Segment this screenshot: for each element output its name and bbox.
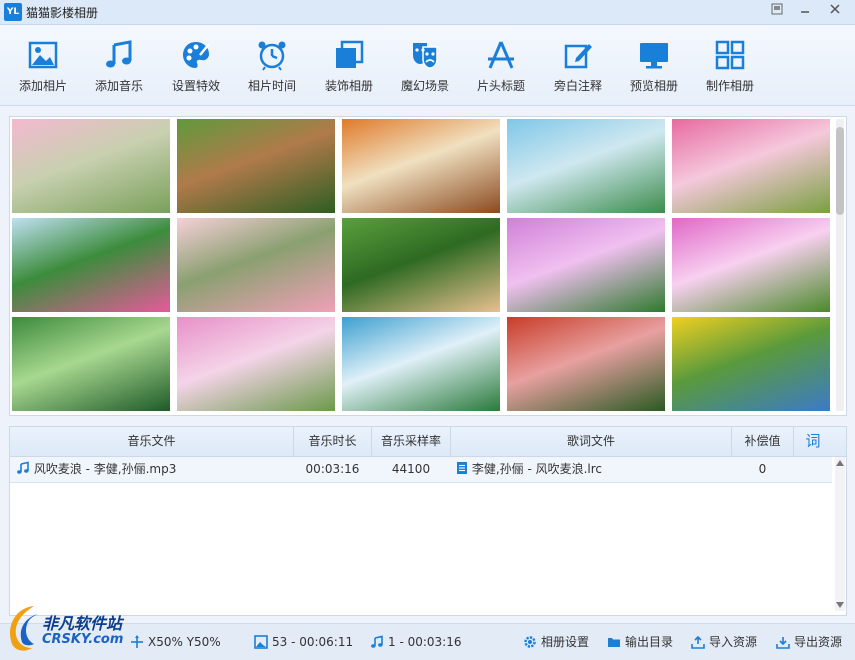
narration-button[interactable]: 旁白注释	[541, 33, 615, 99]
output-dir-button[interactable]: 输出目录	[607, 633, 673, 651]
album-settings-label: 相册设置	[541, 635, 590, 649]
tool-label: 设置特效	[171, 79, 220, 93]
music-table-header: 音乐文件 音乐时长 音乐采样率 歌词文件 补偿值 词	[10, 427, 846, 457]
preview-album-button[interactable]: 预览相册	[617, 33, 691, 99]
upload-icon	[691, 635, 705, 649]
photo-waterfall[interactable]	[342, 317, 500, 411]
music-note-icon	[371, 635, 383, 648]
photo-pink-wildflowers[interactable]	[672, 218, 830, 312]
photo-pink-hydrangea[interactable]	[177, 317, 335, 411]
gear-icon	[524, 636, 536, 648]
watermark-cn: 非凡软件站	[42, 614, 123, 633]
tool-label: 相片时间	[247, 79, 296, 93]
add-music-button[interactable]: 添加音乐	[82, 33, 156, 99]
table-row[interactable]: 风吹麦浪 - 李健,孙俪.mp3 00:03:16 44100 李健,孙俪 - …	[10, 457, 832, 483]
import-label: 导入资源	[709, 635, 758, 649]
tool-label: 制作相册	[705, 79, 754, 93]
music-scrollbar[interactable]	[835, 457, 845, 611]
folder-icon	[608, 638, 620, 647]
restore-icon[interactable]	[768, 3, 786, 21]
lyrics-toggle-button[interactable]: 词	[794, 427, 832, 456]
photo-cherry-blossom-path[interactable]	[12, 119, 170, 213]
opening-title-button[interactable]: 片头标题	[464, 33, 538, 99]
import-resources-button[interactable]: 导入资源	[691, 633, 757, 651]
tool-label: 装饰相册	[324, 79, 373, 93]
photo-lotus[interactable]	[12, 218, 170, 312]
scroll-down-icon[interactable]	[835, 601, 845, 609]
music-count-text: 1 - 00:03:16	[388, 635, 462, 649]
scrollbar-handle[interactable]	[836, 127, 844, 215]
grid-icon	[715, 40, 745, 70]
music-count: 1 - 00:03:16	[370, 633, 462, 651]
export-resources-button[interactable]: 导出资源	[776, 633, 842, 651]
document-icon	[457, 462, 467, 474]
image-icon	[254, 635, 268, 649]
photo-autumn-fence[interactable]	[342, 119, 500, 213]
make-album-button[interactable]: 制作相册	[693, 33, 767, 99]
photo-rapeseed-field[interactable]	[672, 317, 830, 411]
music-file-cell: 风吹麦浪 - 李健,孙俪.mp3	[16, 457, 292, 482]
music-note-icon	[17, 461, 29, 474]
photo-count: 53 - 00:06:11	[254, 633, 353, 651]
alarm-clock-icon	[258, 41, 286, 71]
palette-icon	[183, 42, 210, 68]
col-lyrics-file[interactable]: 歌词文件	[451, 427, 732, 456]
col-sample-rate[interactable]: 音乐采样率	[372, 427, 451, 456]
gallery-scrollbar[interactable]	[836, 119, 844, 411]
photo-gallery[interactable]	[9, 116, 847, 416]
photo-karst-lake[interactable]	[507, 119, 665, 213]
edit-icon	[564, 44, 592, 69]
tool-label: 添加音乐	[94, 79, 143, 93]
swoosh-logo-icon	[10, 606, 38, 651]
close-button[interactable]	[826, 3, 844, 21]
layers-icon	[336, 40, 364, 68]
col-offset[interactable]: 补偿值	[732, 427, 794, 456]
magic-scene-button[interactable]: 魔幻场景	[388, 33, 462, 99]
lyrics-file-name: 李健,孙俪 - 风吹麦浪.lrc	[471, 462, 603, 476]
photo-forest-boardwalk[interactable]	[177, 119, 335, 213]
app-title: 猫猫影楼相册	[26, 6, 99, 20]
theater-mask-icon	[413, 43, 438, 69]
sample-rate-cell: 44100	[391, 462, 431, 476]
music-file-name: 风吹麦浪 - 李健,孙俪.mp3	[33, 462, 177, 476]
tool-label: 魔幻场景	[400, 79, 449, 93]
photo-red-tree-road[interactable]	[507, 317, 665, 411]
main-toolbar: 添加相片 添加音乐 设置特效 相片时间 装饰相册 魔幻场景 片头标题 旁白注释 …	[0, 25, 855, 106]
app-logo: YL	[4, 3, 22, 21]
photo-count-text: 53 - 00:06:11	[272, 635, 354, 649]
tool-label: 片头标题	[476, 79, 525, 93]
photo-purple-flowers[interactable]	[507, 218, 665, 312]
output-dir-label: 输出目录	[625, 635, 674, 649]
set-effects-button[interactable]: 设置特效	[159, 33, 233, 99]
tool-label: 旁白注释	[553, 79, 602, 93]
minimize-button[interactable]	[796, 3, 814, 21]
photo-time-button[interactable]: 相片时间	[235, 33, 309, 99]
decorate-album-button[interactable]: 装饰相册	[312, 33, 386, 99]
image-icon	[28, 41, 58, 69]
scroll-up-icon[interactable]	[835, 459, 845, 467]
position-text: X50% Y50%	[148, 635, 221, 649]
add-photo-button[interactable]: 添加相片	[6, 33, 80, 99]
watermark-en: CRSKY.com	[42, 632, 124, 647]
watermark-logo: 非凡软件站 CRSKY.com	[4, 600, 154, 656]
title-a-icon	[488, 41, 514, 69]
music-list: 音乐文件 音乐时长 音乐采样率 歌词文件 补偿值 词 风吹麦浪 - 李健,孙俪.…	[9, 426, 847, 616]
col-music-file[interactable]: 音乐文件	[10, 427, 294, 456]
offset-cell: 0	[758, 462, 767, 476]
col-duration[interactable]: 音乐时长	[294, 427, 372, 456]
tool-label: 添加相片	[18, 79, 67, 93]
download-icon	[776, 637, 790, 649]
photo-white-roses[interactable]	[177, 218, 335, 312]
export-label: 导出资源	[794, 635, 843, 649]
duration-cell: 00:03:16	[305, 462, 360, 476]
photo-green-valley[interactable]	[12, 317, 170, 411]
photo-kitten-garden[interactable]	[342, 218, 500, 312]
album-settings-button[interactable]: 相册设置	[523, 633, 589, 651]
monitor-icon	[640, 43, 668, 69]
music-note-icon	[106, 40, 132, 68]
tool-label: 预览相册	[629, 79, 678, 93]
title-bar: YL 猫猫影楼相册	[0, 0, 855, 25]
lyrics-file-cell: 李健,孙俪 - 风吹麦浪.lrc	[456, 457, 726, 482]
photo-pink-peony[interactable]	[672, 119, 830, 213]
